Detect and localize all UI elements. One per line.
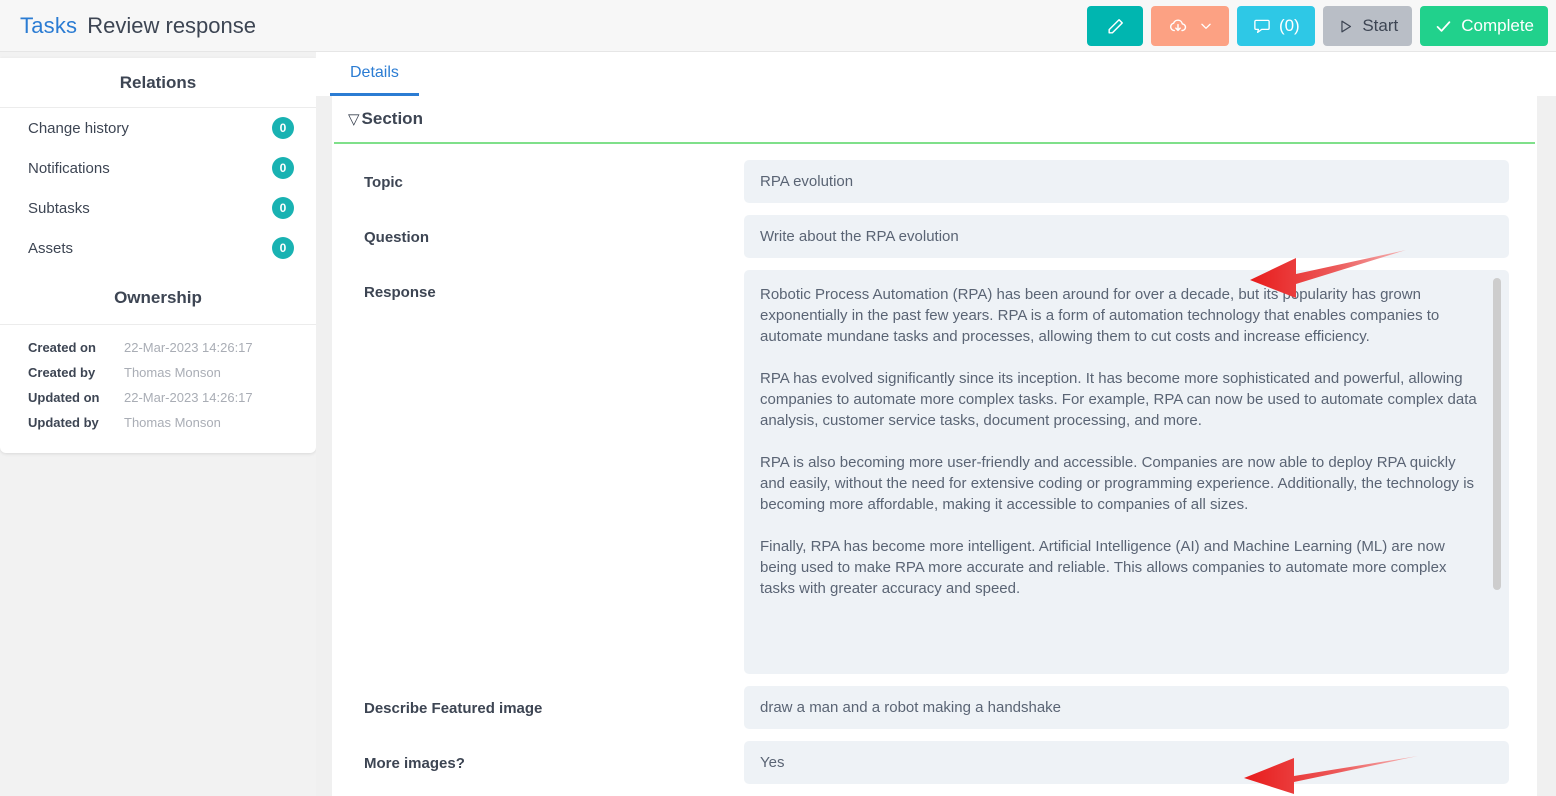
comments-button[interactable]: (0) [1237,6,1316,46]
question-input[interactable]: Write about the RPA evolution [744,215,1509,258]
response-textarea[interactable]: Robotic Process Automation (RPA) has bee… [744,270,1509,674]
status-badge: 0 [272,197,294,219]
ownership-value: 22-Mar-2023 14:26:17 [124,390,253,405]
breadcrumb-root-link[interactable]: Tasks [20,13,77,39]
ownership-title: Ownership [0,268,316,325]
response-paragraph: RPA is also becoming more user-friendly … [760,454,1475,513]
ownership-key: Updated on [28,390,100,405]
chevron-down-icon[interactable] [1199,19,1213,33]
toolbar-actions: (0) Start Complete [1087,6,1548,46]
tab-strip: Details [316,52,1556,96]
comments-count-label: (0) [1278,16,1300,35]
sidebar-item-label: Notifications [28,159,110,177]
more-images-input[interactable]: Yes [744,741,1509,784]
status-badge: 0 [272,117,294,139]
ownership-key: Created by [28,365,96,380]
ownership-key: Created on [28,340,96,355]
details-content: ▽ Section Topic RPA evolution Question W… [332,96,1537,796]
relations-title: Relations [0,58,316,108]
ownership-value: Thomas Monson [124,415,221,430]
status-badge: 0 [272,237,294,259]
tab-details[interactable]: Details [330,52,419,96]
field-more-images: More images? Yes [332,735,1537,790]
ownership-row: Created by Thomas Monson [0,360,316,385]
response-paragraph: Finally, RPA has become more intelligent… [760,538,1447,597]
top-bar: Tasks Review response (0) Start Complete [0,0,1556,52]
start-label: Start [1362,16,1399,35]
check-icon [1434,17,1453,36]
field-label: More images? [364,755,465,772]
ownership-value: 22-Mar-2023 14:26:17 [124,340,253,355]
describe-featured-image-input[interactable]: draw a man and a robot making a handshak… [744,686,1509,729]
sidebar-item-subtasks[interactable]: Subtasks 0 [0,188,316,228]
field-response: Response Robotic Process Automation (RPA… [332,264,1537,680]
field-topic: Topic RPA evolution [332,154,1537,209]
sidebar-card: Relations Change history 0 Notifications… [0,58,316,453]
response-paragraph: RPA has evolved significantly since its … [760,370,1477,429]
sidebar-item-label: Change history [28,119,129,137]
sidebar-item-notifications[interactable]: Notifications 0 [0,148,316,188]
complete-label: Complete [1461,16,1534,35]
topic-input[interactable]: RPA evolution [744,160,1509,203]
sidebar-item-label: Subtasks [28,199,90,217]
export-button[interactable] [1151,6,1230,46]
complete-button[interactable]: Complete [1420,6,1548,46]
pencil-icon [1106,17,1125,36]
page-title: Review response [87,12,256,38]
ownership-key: Updated by [28,415,99,430]
response-paragraph: Robotic Process Automation (RPA) has bee… [760,286,1440,345]
field-label: Topic [364,174,403,191]
left-sidebar: Relations Change history 0 Notifications… [0,52,316,796]
chevron-down-icon[interactable]: ▽ [348,110,360,128]
field-describe-featured-image: Describe Featured image draw a man and a… [332,680,1537,735]
field-featured-image: Featured image response.png [332,790,1537,796]
ownership-row: Updated on 22-Mar-2023 14:26:17 [0,385,316,410]
field-label: Response [364,284,436,301]
section-toggle[interactable]: ▽ Section [332,96,1537,142]
play-icon [1337,18,1354,35]
start-button[interactable]: Start [1323,6,1413,46]
status-badge: 0 [272,157,294,179]
comment-bubble-icon [1253,17,1271,35]
scrollbar-thumb[interactable] [1493,278,1501,590]
cloud-download-icon [1167,16,1189,36]
field-question: Question Write about the RPA evolution [332,209,1537,264]
section-title: Section [361,109,423,128]
field-label: Describe Featured image [364,700,543,717]
sidebar-item-label: Assets [28,239,74,257]
breadcrumb: Tasks Review response [0,13,256,39]
ownership-value: Thomas Monson [124,365,221,380]
edit-button[interactable] [1087,6,1144,46]
field-label: Question [364,229,430,246]
main-panel: Details ▽ Section Topic RPA evolution Qu… [316,52,1556,796]
sidebar-item-assets[interactable]: Assets 0 [0,228,316,268]
sidebar-item-change-history[interactable]: Change history 0 [0,108,316,148]
ownership-row: Created on 22-Mar-2023 14:26:17 [0,335,316,360]
ownership-row: Updated by Thomas Monson [0,410,316,435]
